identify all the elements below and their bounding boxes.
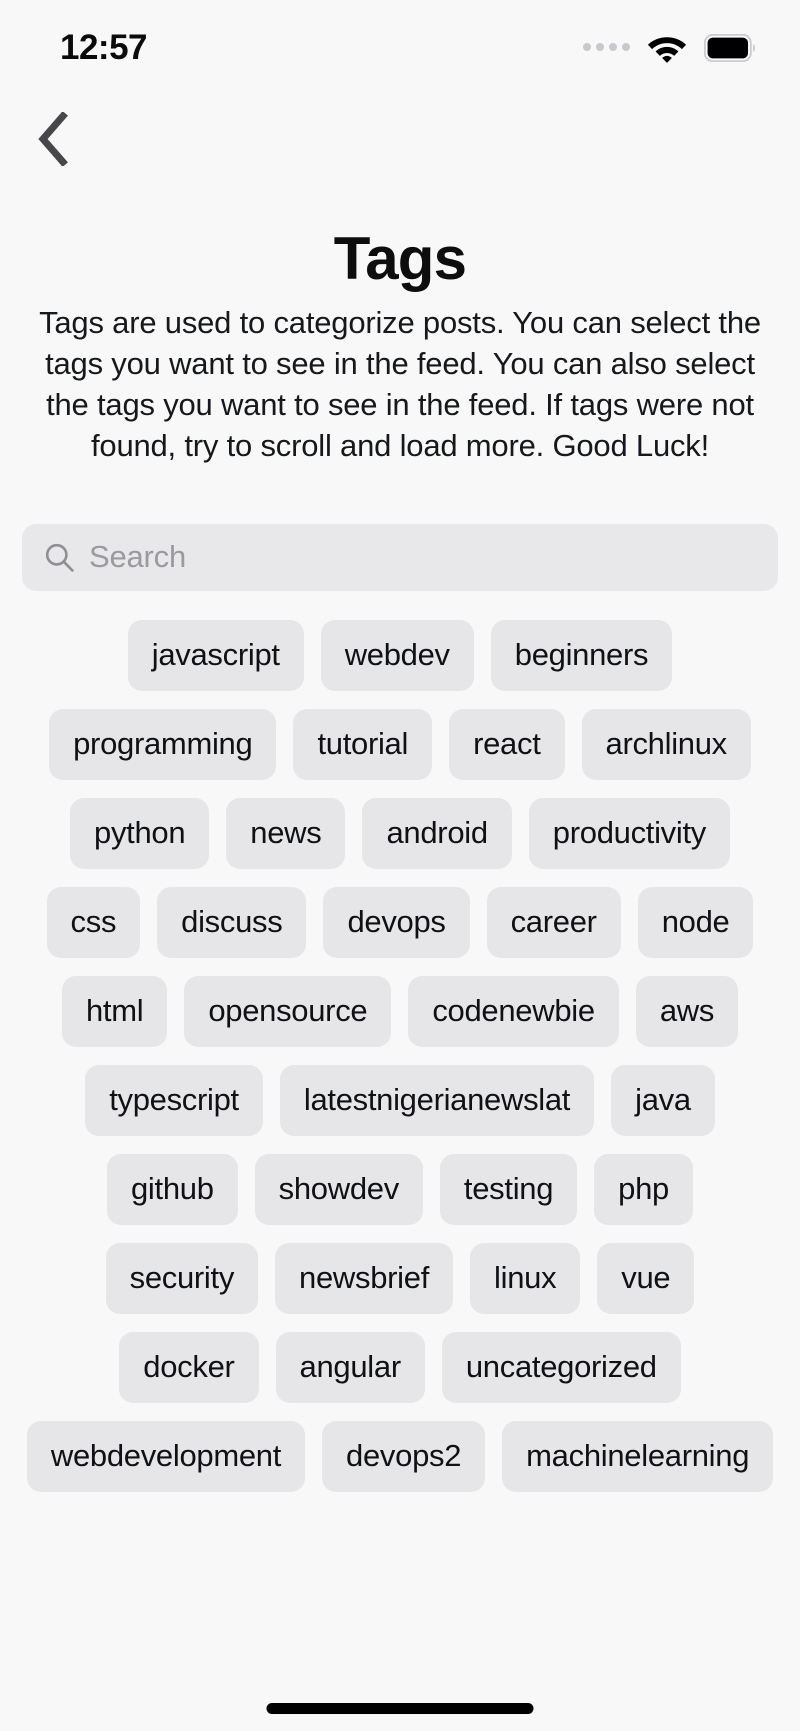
tag-pill[interactable]: react <box>449 708 565 780</box>
tag-pill[interactable]: aws <box>635 975 739 1047</box>
tag-pill[interactable]: productivity <box>528 797 730 869</box>
tag-pill[interactable]: docker <box>119 1331 259 1403</box>
tag-pill[interactable]: discuss <box>157 886 307 958</box>
tag-pill[interactable]: css <box>46 886 141 958</box>
page-title: Tags <box>333 225 467 292</box>
tag-pill[interactable]: webdevelopment <box>26 1420 306 1492</box>
tag-cloud: javascript webdev beginners programming tuto… <box>0 591 800 1492</box>
tag-pill[interactable]: newsbrief <box>275 1242 454 1314</box>
tag-pill[interactable]: github <box>106 1153 238 1225</box>
tag-pill[interactable]: latestnigerianewslat <box>279 1064 595 1136</box>
tag-row: github showdev testing php <box>12 1153 788 1225</box>
search-icon <box>45 543 74 572</box>
tag-pill[interactable]: career <box>486 886 621 958</box>
tag-pill[interactable]: security <box>105 1242 259 1314</box>
tag-pill[interactable]: tutorial <box>293 708 433 780</box>
tag-pill[interactable]: html <box>61 975 168 1047</box>
tag-pill[interactable]: typescript <box>85 1064 263 1136</box>
tag-pill[interactable]: vue <box>597 1242 695 1314</box>
page-header: Tags Tags are used to categorize posts. … <box>0 181 800 466</box>
tag-row: docker angular uncategorized <box>12 1331 788 1403</box>
tag-pill[interactable]: codenewbie <box>408 975 619 1047</box>
tag-pill[interactable]: php <box>594 1153 693 1225</box>
chevron-left-icon <box>38 111 68 166</box>
tag-pill[interactable]: opensource <box>184 975 392 1047</box>
status-bar-time: 12:57 <box>60 28 148 67</box>
tag-pill[interactable]: showdev <box>254 1153 423 1225</box>
tag-pill[interactable]: linux <box>470 1242 581 1314</box>
search-placeholder: Search <box>89 539 187 575</box>
tag-row: webdevelopment devops2 machinelearning <box>12 1420 788 1492</box>
tag-pill[interactable]: angular <box>275 1331 425 1403</box>
tag-row: security newsbrief linux vue <box>12 1242 788 1314</box>
tag-pill[interactable]: devops2 <box>322 1420 486 1492</box>
tag-row: python news android productivity <box>12 797 788 869</box>
tag-pill[interactable]: archlinux <box>581 708 751 780</box>
search-input[interactable]: Search <box>22 523 778 591</box>
back-button[interactable] <box>26 111 82 167</box>
nav-bar <box>0 96 800 181</box>
tag-pill[interactable]: programming <box>49 708 277 780</box>
tag-row: javascript webdev beginners <box>12 619 788 691</box>
search-section: Search <box>0 466 800 591</box>
tag-pill[interactable]: javascript <box>127 619 304 691</box>
tag-row: html opensource codenewbie aws <box>12 975 788 1047</box>
tag-pill[interactable]: beginners <box>490 619 673 691</box>
home-indicator <box>266 1703 534 1714</box>
battery-full-icon <box>704 34 755 62</box>
page-description: Tags are used to categorize posts. You c… <box>39 304 761 463</box>
tag-pill[interactable]: machinelearning <box>502 1420 774 1492</box>
status-bar-indicators <box>583 34 756 63</box>
phone-screen: 12:57 Tags Tags are used to categorize p… <box>0 0 800 1731</box>
tag-row: css discuss devops career node <box>12 886 788 958</box>
tag-pill[interactable]: node <box>637 886 754 958</box>
tag-pill[interactable]: python <box>70 797 210 869</box>
tag-row: programming tutorial react archlinux <box>12 708 788 780</box>
signal-strength-icon <box>583 43 630 53</box>
wifi-icon <box>647 36 687 63</box>
status-bar: 12:57 <box>0 0 800 96</box>
tag-row: typescript latestnigerianewslat java <box>12 1064 788 1136</box>
tag-pill[interactable]: uncategorized <box>441 1331 681 1403</box>
tag-pill[interactable]: java <box>611 1064 715 1136</box>
tag-pill[interactable]: webdev <box>320 619 474 691</box>
tag-pill[interactable]: testing <box>439 1153 578 1225</box>
tag-pill[interactable]: news <box>226 797 346 869</box>
tag-pill[interactable]: android <box>362 797 512 869</box>
tag-pill[interactable]: devops <box>323 886 470 958</box>
